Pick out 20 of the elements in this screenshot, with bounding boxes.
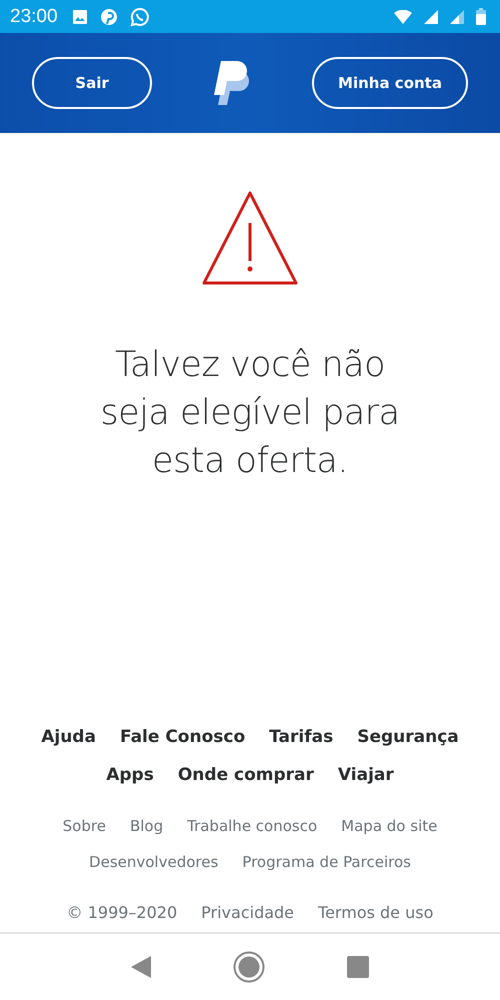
error-message: Talvez você não seja elegível para esta oferta. xyxy=(99,344,401,483)
footer-link[interactable]: Desenvolvedores xyxy=(89,853,218,871)
footer-link[interactable]: Viajar xyxy=(338,765,394,785)
logout-button[interactable]: Sair xyxy=(32,57,152,109)
footer-link[interactable]: Trabalhe conosco xyxy=(187,817,318,835)
account-button[interactable]: Minha conta xyxy=(312,57,468,109)
footer-link[interactable]: Tarifas xyxy=(269,727,334,747)
legal-link[interactable]: Privacidade xyxy=(201,903,294,922)
footer-link[interactable]: Sobre xyxy=(62,817,106,835)
footer-link[interactable]: Segurança xyxy=(357,727,459,747)
copyright-text: © 1999–2020 xyxy=(66,903,178,922)
legal-link[interactable]: Termos de uso xyxy=(318,903,434,922)
footer-link[interactable]: Onde comprar xyxy=(178,765,314,785)
footer-link[interactable]: Ajuda xyxy=(41,727,96,747)
status-time: 23:00 xyxy=(10,6,58,28)
footer-link[interactable]: Blog xyxy=(130,817,164,835)
footer-link[interactable]: Programa de Parceiros xyxy=(242,853,411,871)
footer-link[interactable]: Apps xyxy=(106,765,154,785)
footer-link[interactable]: Fale Conosco xyxy=(120,727,246,747)
footer-link[interactable]: Mapa do site xyxy=(341,817,438,835)
